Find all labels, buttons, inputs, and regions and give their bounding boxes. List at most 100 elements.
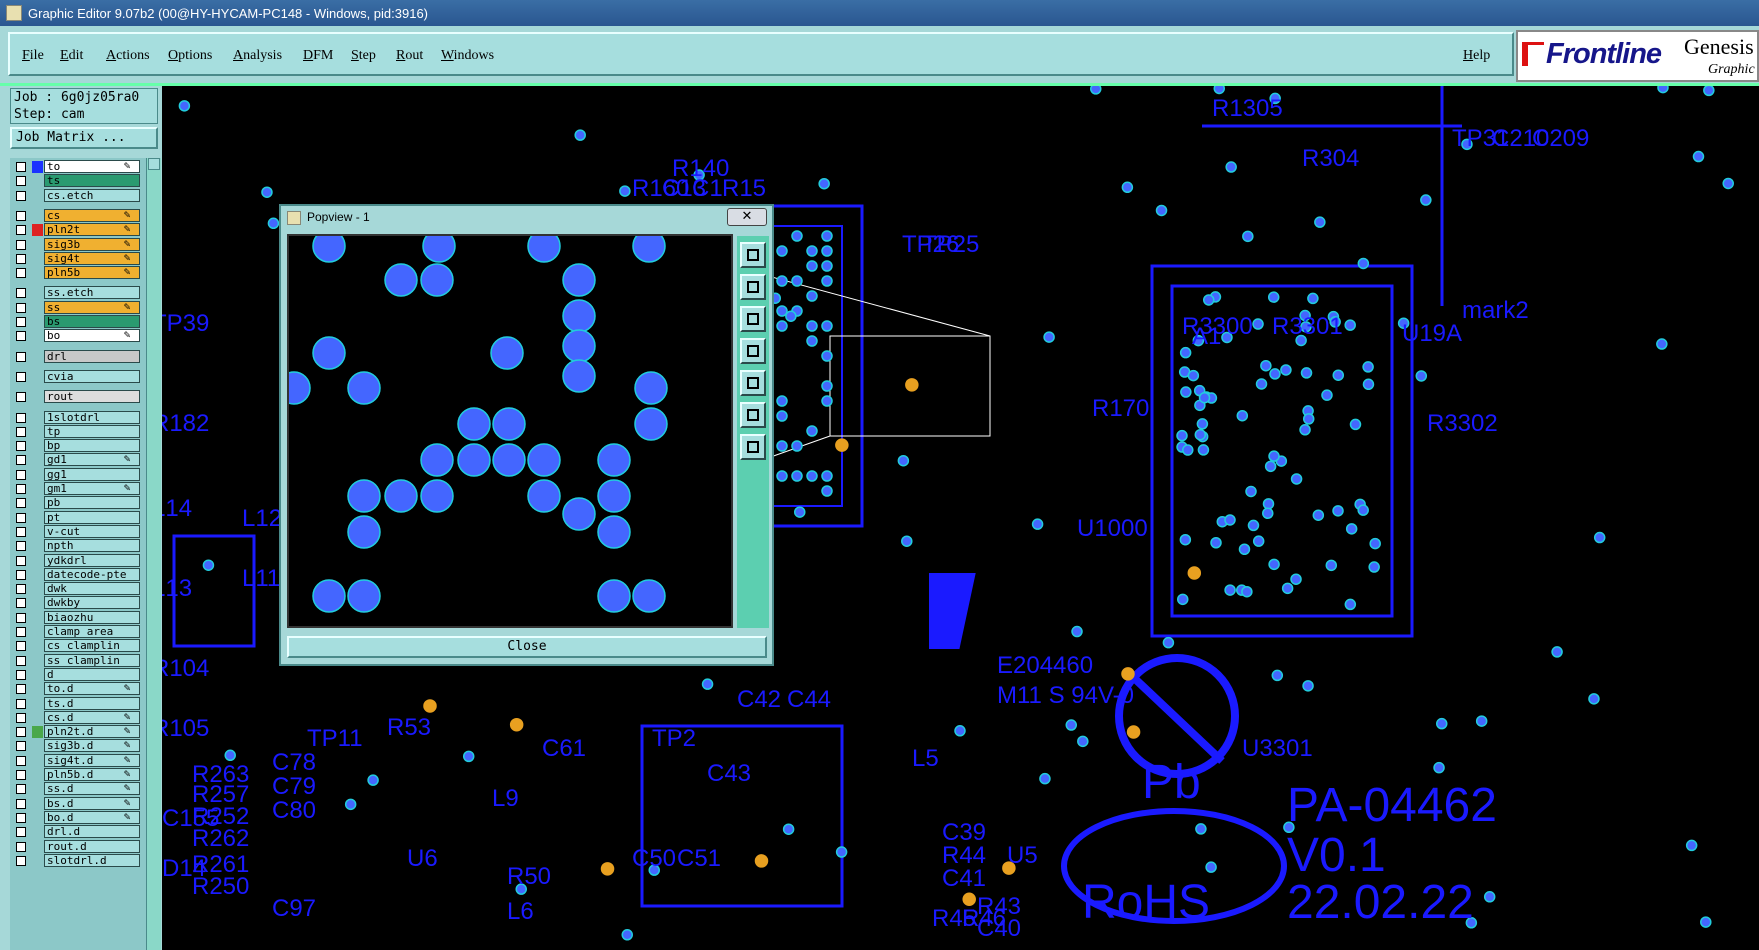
layer-display-checkbox[interactable]: [16, 392, 26, 403]
layer-display-checkbox[interactable]: [16, 455, 26, 466]
menu-step[interactable]: Step: [351, 48, 376, 64]
layer-display-checkbox[interactable]: [16, 331, 26, 342]
layer-name[interactable]: dwkby: [44, 596, 140, 610]
pan-down-button[interactable]: [740, 306, 766, 332]
layer-row[interactable]: dwkby: [10, 596, 146, 610]
layer-name[interactable]: v-cut: [44, 524, 140, 538]
layer-row[interactable]: ts.d: [10, 696, 146, 711]
popview-canvas[interactable]: [287, 234, 733, 628]
layer-name[interactable]: sig3b.d ✎: [44, 739, 140, 753]
menu-actions[interactable]: Actions: [106, 48, 150, 64]
layer-row[interactable]: tp: [10, 424, 146, 439]
layer-row[interactable]: d: [10, 667, 146, 682]
menu-edit[interactable]: Edit: [60, 48, 83, 64]
layer-row[interactable]: sig3b ✎: [10, 237, 146, 252]
layer-row[interactable]: bs: [10, 315, 146, 329]
layer-display-checkbox[interactable]: [16, 669, 26, 680]
layer-name[interactable]: gd1 ✎: [44, 453, 140, 467]
layer-row[interactable]: sig4t.d ✎: [10, 753, 146, 768]
layer-display-checkbox[interactable]: [16, 498, 26, 509]
layer-name[interactable]: ss_clamplin: [44, 653, 140, 667]
layer-display-checkbox[interactable]: [16, 812, 26, 823]
layer-name[interactable]: pln5b ✎: [44, 266, 140, 280]
layer-row[interactable]: cs_clamplin: [10, 639, 146, 653]
layer-name[interactable]: d: [44, 667, 140, 681]
layer-name[interactable]: clamp_area: [44, 625, 140, 638]
layer-display-checkbox[interactable]: [16, 684, 26, 695]
layer-row[interactable]: cs ✎: [10, 208, 146, 223]
layer-display-checkbox[interactable]: [16, 190, 26, 201]
layer-display-checkbox[interactable]: [16, 555, 26, 566]
layer-name[interactable]: bo ✎: [44, 329, 140, 343]
pan-left-button[interactable]: [740, 338, 766, 364]
layer-name[interactable]: bs.d ✎: [44, 796, 140, 810]
layer-row[interactable]: gd1 ✎: [10, 453, 146, 467]
layer-display-checkbox[interactable]: [16, 176, 26, 187]
layer-display-checkbox[interactable]: [16, 426, 26, 437]
layer-display-checkbox[interactable]: [16, 239, 26, 250]
layer-row[interactable]: rout.d: [10, 839, 146, 854]
layer-name[interactable]: biaozhu: [44, 610, 140, 624]
layer-display-checkbox[interactable]: [16, 225, 26, 236]
menu-dfm[interactable]: DFM: [303, 48, 333, 64]
layer-row[interactable]: cs.etch: [10, 188, 146, 203]
layer-row[interactable]: ss.etch: [10, 286, 146, 300]
zoom-in-button[interactable]: [740, 402, 766, 428]
layer-display-checkbox[interactable]: [16, 371, 26, 382]
layer-display-checkbox[interactable]: [16, 484, 26, 494]
layer-row[interactable]: ydkdrl: [10, 553, 146, 568]
pan-right-button[interactable]: [740, 370, 766, 396]
layer-name[interactable]: pln5b.d ✎: [44, 768, 140, 781]
layer-row[interactable]: 1slotdrl: [10, 410, 146, 425]
layer-display-checkbox[interactable]: [16, 698, 26, 709]
layer-row[interactable]: gg1: [10, 467, 146, 482]
layer-name[interactable]: rout.d: [44, 839, 140, 853]
pan-up-button[interactable]: [740, 274, 766, 300]
layer-name[interactable]: pln2t ✎: [44, 223, 140, 237]
layer-row[interactable]: sig3b.d ✎: [10, 739, 146, 753]
layer-row[interactable]: slotdrl.d: [10, 853, 146, 868]
layer-row[interactable]: gm1 ✎: [10, 482, 146, 496]
layer-display-checkbox[interactable]: [16, 755, 26, 766]
layer-display-checkbox[interactable]: [16, 469, 26, 480]
layer-name[interactable]: cvia: [44, 369, 140, 383]
layer-row[interactable]: npth: [10, 539, 146, 553]
layer-name[interactable]: sig3b ✎: [44, 237, 140, 251]
layer-display-checkbox[interactable]: [16, 162, 26, 172]
layer-name[interactable]: sig4t ✎: [44, 251, 140, 265]
layer-row[interactable]: bo ✎: [10, 329, 146, 343]
layer-row[interactable]: clamp_area: [10, 625, 146, 639]
layer-display-checkbox[interactable]: [16, 855, 26, 866]
job-matrix-button[interactable]: Job Matrix ...: [10, 127, 158, 149]
layer-name[interactable]: 1slotdrl: [44, 410, 140, 424]
layer-row[interactable]: pln2t.d ✎: [10, 725, 146, 739]
layer-display-checkbox[interactable]: [16, 798, 26, 809]
layer-name[interactable]: tp: [44, 424, 140, 438]
popview-close-button[interactable]: Close: [287, 636, 767, 658]
layer-display-checkbox[interactable]: [16, 627, 26, 637]
layer-name[interactable]: cs.etch: [44, 188, 140, 202]
graphic-canvas[interactable]: R264R258TP23TP27TP26TP25R3300R3301U19Ama…: [162, 86, 1759, 950]
menu-windows[interactable]: Windows: [441, 48, 494, 64]
layer-name[interactable]: bo.d ✎: [44, 810, 140, 824]
layer-display-checkbox[interactable]: [16, 741, 26, 752]
popview-close-x-button[interactable]: ✕: [727, 208, 767, 226]
layer-row[interactable]: bo.d ✎: [10, 810, 146, 825]
layer-display-checkbox[interactable]: [16, 598, 26, 609]
layer-display-checkbox[interactable]: [16, 526, 26, 537]
layer-display-checkbox[interactable]: [16, 612, 26, 623]
layer-display-checkbox[interactable]: [16, 351, 26, 362]
layer-row[interactable]: drl.d: [10, 825, 146, 839]
layer-name[interactable]: cs_clamplin: [44, 639, 140, 653]
layer-name[interactable]: bs: [44, 315, 140, 328]
layer-display-checkbox[interactable]: [16, 268, 26, 279]
layer-display-checkbox[interactable]: [16, 827, 26, 838]
layer-display-checkbox[interactable]: [16, 655, 26, 666]
layer-row[interactable]: to ✎: [10, 160, 146, 174]
layer-row[interactable]: bp: [10, 439, 146, 453]
layer-display-checkbox[interactable]: [16, 584, 26, 595]
layer-name[interactable]: bp: [44, 439, 140, 453]
layer-name[interactable]: pt: [44, 510, 140, 524]
layer-name[interactable]: gg1: [44, 467, 140, 481]
layer-display-checkbox[interactable]: [16, 253, 26, 264]
